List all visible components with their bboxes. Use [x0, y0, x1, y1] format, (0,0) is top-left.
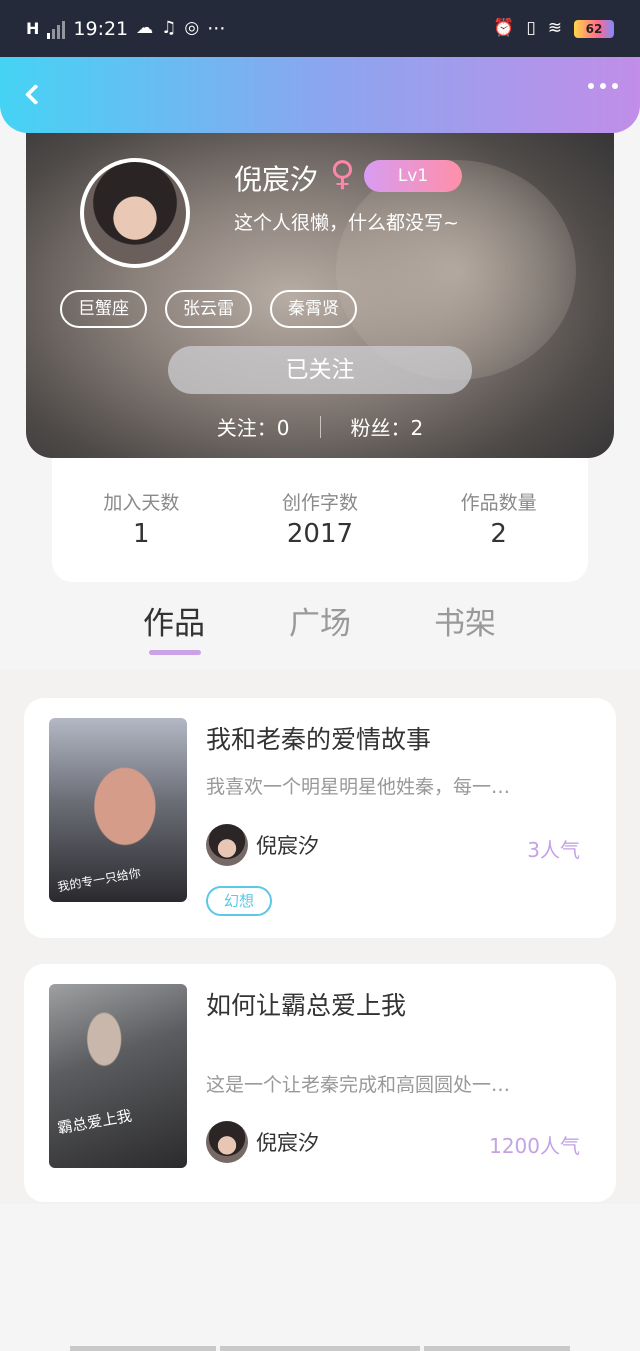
nav-indicator	[220, 1346, 420, 1351]
author-name: 倪宸汐	[256, 834, 319, 858]
music-icon: ♫	[161, 18, 177, 38]
cover-caption: 我的专一只给你	[56, 865, 142, 895]
tab-bookshelf[interactable]: 书架	[434, 598, 496, 643]
stat-join-days: 加入天数 1	[81, 488, 201, 582]
stat-value: 2	[490, 519, 507, 549]
follow-counts: 关注：0 粉丝：2	[26, 412, 614, 441]
alarm-icon: ⏰	[493, 18, 515, 38]
work-card[interactable]: 霸总爱上我 如何让霸总爱上我 这是一个让老秦完成和高圆圆处一… 倪宸汐 1200…	[24, 964, 616, 1202]
status-bar: H 19:21 ☁ ♫ ◎ ··· ⏰ ▯ ≋ 62	[0, 0, 640, 57]
author-info[interactable]: 倪宸汐	[206, 1121, 319, 1163]
signal-icon	[47, 19, 66, 39]
profile-name: 倪宸汐	[234, 163, 319, 196]
author-info[interactable]: 倪宸汐	[206, 824, 319, 866]
follow-button[interactable]: 已关注	[168, 346, 472, 394]
stat-word-count: 创作字数 2017	[260, 488, 380, 582]
book-description: 我喜欢一个明星明星他姓秦，每一…	[206, 776, 511, 798]
stat-label: 创作字数	[281, 492, 358, 514]
profile-card: 倪宸汐 ♀ Lv1 这个人很懒，什么都没写~ 巨蟹座 张云雷 秦霄贤 已关注 关…	[26, 100, 614, 458]
book-cover[interactable]: 我的专一只给你	[49, 718, 187, 902]
vibrate-icon: ▯	[526, 18, 536, 38]
stat-value: 2017	[286, 519, 354, 549]
back-button[interactable]	[18, 77, 52, 111]
profile-tags: 巨蟹座 张云雷 秦霄贤	[60, 290, 357, 328]
following-count[interactable]: 关注：0	[217, 412, 290, 441]
profile-bio: 这个人很懒，什么都没写~	[234, 212, 459, 234]
battery-icon: 62	[574, 19, 614, 38]
book-title[interactable]: 我和老秦的爱情故事	[206, 720, 431, 756]
work-card[interactable]: 我的专一只给你 我和老秦的爱情故事 我喜欢一个明星明星他姓秦，每一… 倪宸汐 3…	[24, 698, 616, 938]
author-avatar	[206, 824, 248, 866]
fans-count[interactable]: 粉丝：2	[351, 412, 424, 441]
nav-indicator	[424, 1346, 570, 1351]
nav-indicator	[70, 1346, 216, 1351]
stat-value: 1	[133, 519, 150, 549]
more-button[interactable]	[588, 83, 618, 89]
wifi-icon: ≋	[547, 18, 562, 38]
dot-icon	[588, 83, 594, 89]
profile-avatar[interactable]	[80, 158, 190, 268]
author-name: 倪宸汐	[256, 1131, 319, 1155]
network-type: H	[26, 19, 40, 38]
chevron-left-icon	[24, 83, 46, 105]
dot-icon	[600, 83, 606, 89]
profile-tag[interactable]: 张云雷	[165, 290, 252, 328]
top-bar	[0, 57, 640, 133]
book-cover[interactable]: 霸总爱上我	[49, 984, 187, 1168]
stat-label: 作品数量	[460, 492, 537, 514]
stat-label: 加入天数	[103, 492, 180, 514]
battery-level: 62	[585, 21, 603, 36]
tab-plaza[interactable]: 广场	[289, 598, 351, 643]
dot-icon	[612, 83, 618, 89]
divider	[319, 415, 321, 438]
app-icon: ◎	[184, 18, 200, 38]
profile-tag[interactable]: 秦霄贤	[270, 290, 357, 328]
tab-works[interactable]: 作品	[143, 598, 205, 643]
status-time: 19:21	[73, 17, 129, 40]
stats-panel: 加入天数 1 创作字数 2017 作品数量 2	[52, 458, 588, 582]
book-description: 这是一个让老秦完成和高圆圆处一…	[206, 1074, 511, 1096]
book-title[interactable]: 如何让霸总爱上我	[206, 986, 406, 1022]
level-badge: Lv1	[364, 160, 462, 192]
content-tabs: 作品 广场 书架	[0, 590, 640, 670]
profile-tag[interactable]: 巨蟹座	[60, 290, 147, 328]
popularity-count: 1200人气	[489, 1134, 580, 1158]
more-notifications-icon: ···	[207, 17, 226, 40]
cloud-icon: ☁	[136, 18, 154, 38]
author-avatar	[206, 1121, 248, 1163]
genre-tag[interactable]: 幻想	[206, 886, 273, 916]
stat-works-count: 作品数量 2	[439, 488, 559, 582]
female-icon: ♀	[330, 154, 355, 194]
cover-caption: 霸总爱上我	[56, 1106, 134, 1138]
popularity-count: 3人气	[527, 838, 580, 862]
active-tab-indicator	[149, 650, 201, 655]
